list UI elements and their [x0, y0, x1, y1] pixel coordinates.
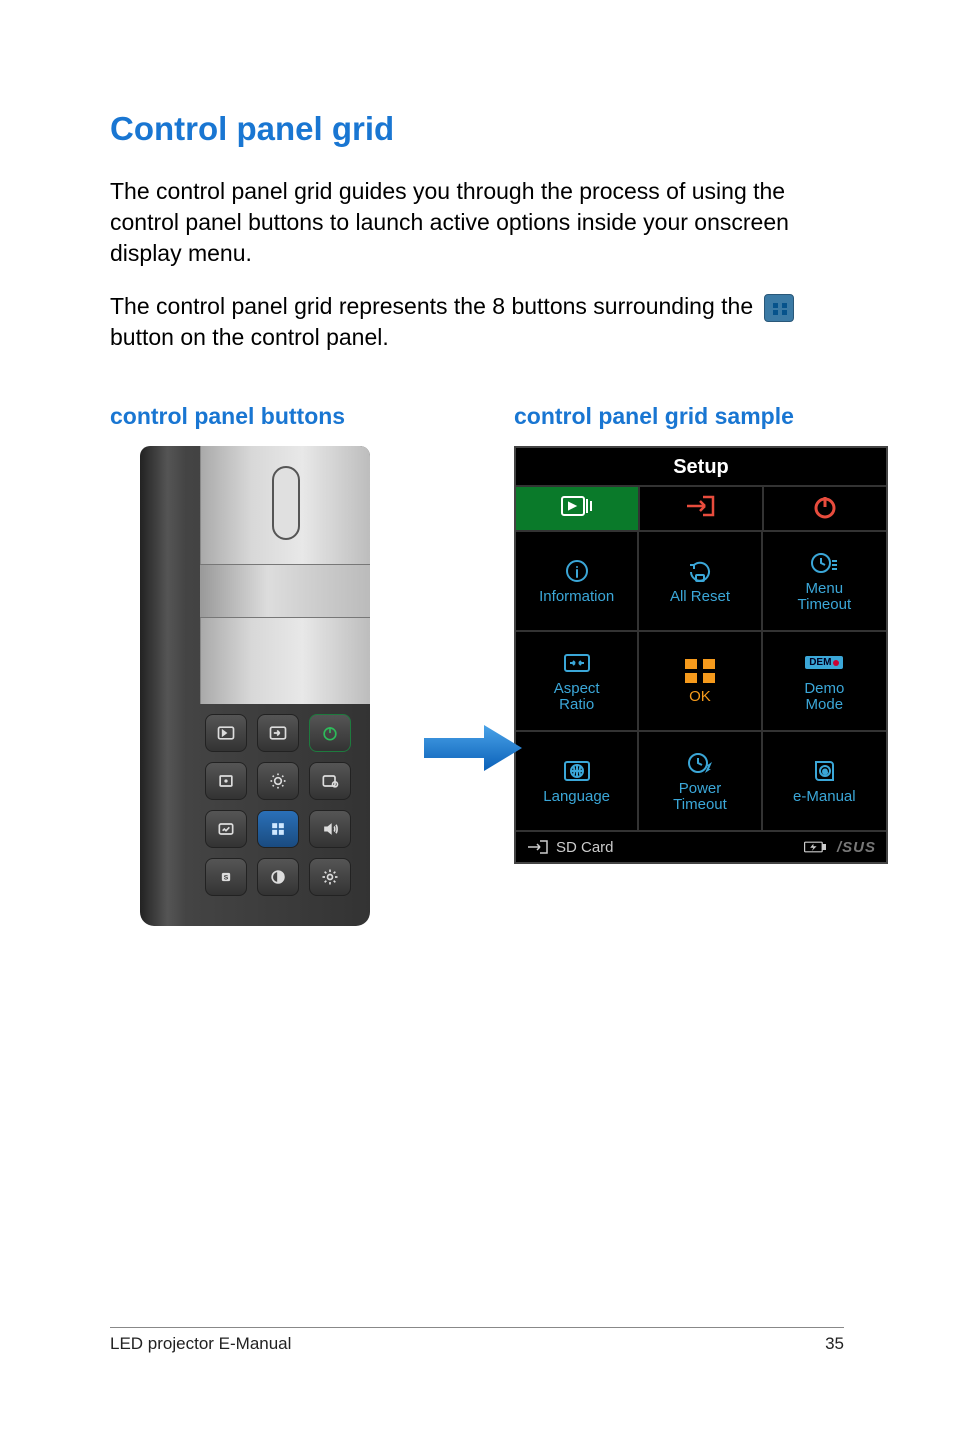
- osd-tab-media[interactable]: [516, 487, 640, 530]
- grid-center-icon: [685, 657, 715, 685]
- remote-btn-volume-icon: [309, 810, 351, 848]
- info-icon: [561, 557, 593, 585]
- osd-source-label: SD Card: [556, 839, 614, 856]
- remote-btn-s-icon: S: [205, 858, 247, 896]
- osd-label: Timeout: [673, 796, 727, 813]
- osd-label: Language: [543, 789, 610, 806]
- osd-cell-ok[interactable]: OK: [639, 632, 762, 732]
- osd-cell-information[interactable]: Information: [516, 532, 639, 632]
- battery-icon: [803, 838, 827, 856]
- osd-cell-aspect-ratio[interactable]: AspectRatio: [516, 632, 639, 732]
- osd-label: Demo: [804, 680, 844, 697]
- remote-btn-contrast-icon: [257, 858, 299, 896]
- left-subhead: control panel buttons: [110, 403, 410, 430]
- remote-btn-splendid-icon: [205, 810, 247, 848]
- osd-tab-input[interactable]: [640, 487, 764, 530]
- arrow-icon: [424, 723, 524, 773]
- clock-power-icon: [684, 749, 716, 777]
- osd-label: OK: [689, 689, 711, 706]
- osd-label: All Reset: [670, 589, 730, 606]
- remote-btn-media-icon: [205, 714, 247, 752]
- globe-icon: [561, 757, 593, 785]
- reset-icon: [684, 557, 716, 585]
- osd-cell-menu-timeout[interactable]: MenuTimeout: [763, 532, 886, 632]
- source-icon: [526, 838, 550, 856]
- osd-label: Ratio: [559, 696, 594, 713]
- remote-btn-gear-icon: [309, 858, 351, 896]
- remote-btn-grid-icon: [257, 810, 299, 848]
- osd-label: Timeout: [798, 596, 852, 613]
- osd-panel: Setup Information: [514, 446, 888, 864]
- emanual-icon: e: [808, 757, 840, 785]
- osd-label: Power: [679, 780, 722, 797]
- svg-text:S: S: [224, 875, 229, 882]
- remote-btn-keystone-icon: [205, 762, 247, 800]
- osd-title: Setup: [516, 448, 886, 485]
- right-subhead: control panel grid sample: [514, 403, 888, 430]
- svg-text:e: e: [823, 767, 828, 776]
- demo-badge-icon: DEM: [805, 649, 843, 677]
- osd-label: Aspect: [554, 680, 600, 697]
- brand-label: /SUS: [837, 839, 876, 856]
- osd-label: e-Manual: [793, 789, 856, 806]
- remote-btn-settings-icon: [309, 762, 351, 800]
- osd-cell-emanual[interactable]: e e-Manual: [763, 732, 886, 832]
- grid-icon: [764, 294, 794, 322]
- remote-btn-input-icon: [257, 714, 299, 752]
- osd-tab-power[interactable]: [764, 487, 886, 530]
- osd-label: Mode: [806, 696, 844, 713]
- para2a: The control panel grid represents the 8 …: [110, 293, 760, 319]
- osd-label: Information: [539, 589, 614, 606]
- osd-cell-all-reset[interactable]: All Reset: [639, 532, 762, 632]
- footer-page-number: 35: [825, 1334, 844, 1354]
- remote-btn-brightness-icon: [257, 762, 299, 800]
- para2b: button on the control panel.: [110, 324, 389, 350]
- osd-cell-language[interactable]: Language: [516, 732, 639, 832]
- footer-doc-title: LED projector E-Manual: [110, 1334, 291, 1354]
- clock-menu-icon: [808, 549, 840, 577]
- osd-cell-demo-mode[interactable]: DEM DemoMode: [763, 632, 886, 732]
- page-title: Control panel grid: [110, 110, 844, 148]
- aspect-icon: [561, 649, 593, 677]
- intro-paragraph-1: The control panel grid guides you throug…: [110, 176, 844, 269]
- remote-btn-power-icon: [309, 714, 351, 752]
- intro-paragraph-2: The control panel grid represents the 8 …: [110, 291, 844, 353]
- osd-cell-power-timeout[interactable]: PowerTimeout: [639, 732, 762, 832]
- remote-illustration: S: [140, 446, 370, 926]
- osd-label: Menu: [806, 580, 844, 597]
